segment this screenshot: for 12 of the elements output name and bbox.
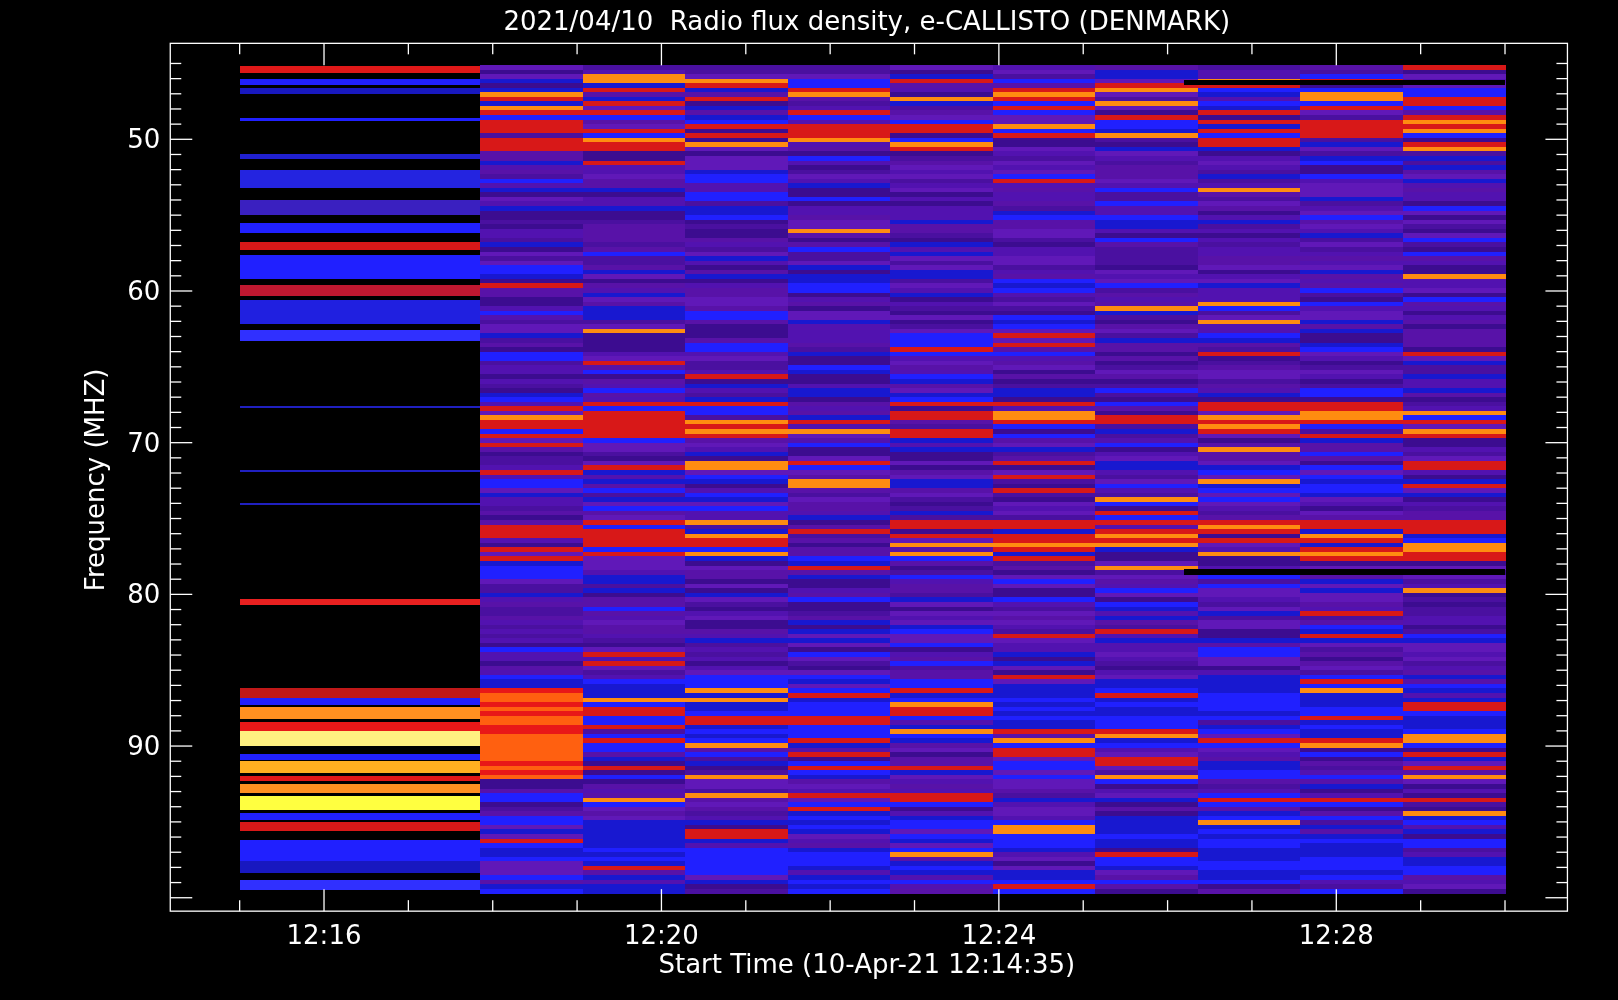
x-tick-label: 12:28 [1298,920,1374,951]
y-axis-label: Frequency (MHZ) [80,368,111,592]
chart-title: 2021/04/10 Radio flux density, e-CALLISTO (DENMARK) [503,6,1231,36]
y-tick-label: 50 [127,124,161,155]
y-tick-label: 80 [127,579,161,610]
y-tick-label: 60 [127,276,161,306]
x-tick-label: 12:24 [961,920,1037,951]
x-tick-label: 12:20 [623,920,699,951]
x-tick-label: 12:16 [286,920,362,951]
x-axis-label: Start Time (10-Apr-21 12:14:35) [658,949,1076,980]
y-tick-label: 70 [127,427,161,458]
y-tick-label: 90 [127,731,161,762]
